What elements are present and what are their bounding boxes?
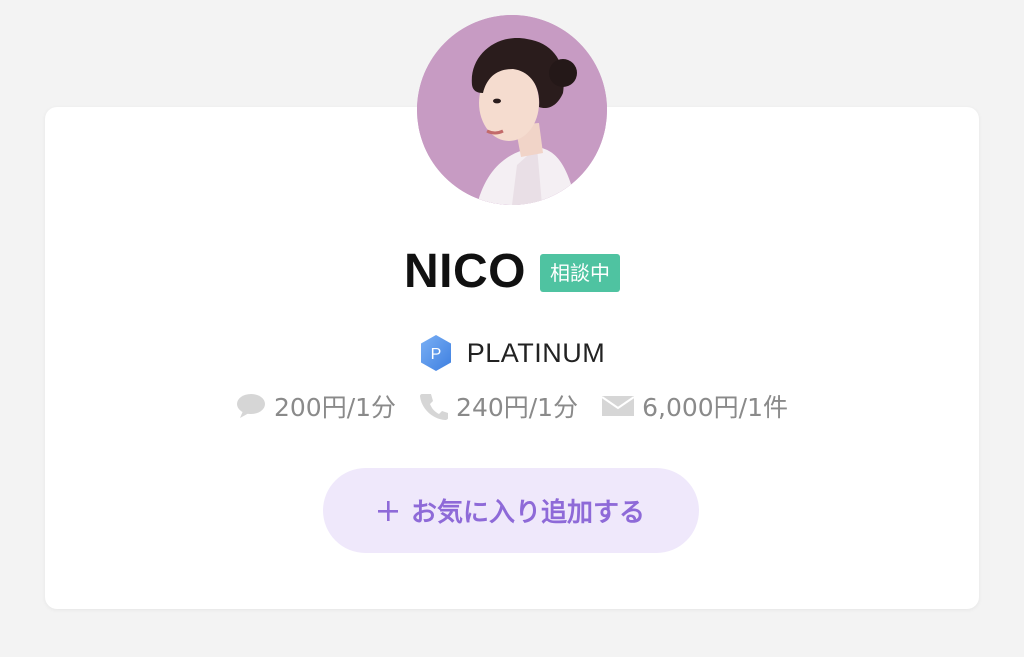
rank-row: P PLATINUM (0, 334, 1024, 372)
avatar (417, 15, 607, 205)
mail-price: 6,000円/1件 (602, 388, 788, 424)
svg-text:P: P (430, 346, 441, 363)
chat-price: 200円/1分 (236, 388, 396, 424)
phone-price: 240円/1分 (420, 388, 578, 424)
profile-page: NICO 相談中 P PLATINUM 200円/1分 240円/1分 6,00… (0, 0, 1024, 657)
phone-icon (420, 394, 449, 420)
name-row: NICO 相談中 (0, 244, 1024, 300)
rank-label: PLATINUM (466, 337, 606, 368)
chat-price-text: 200円/1分 (274, 393, 397, 422)
platinum-rank-icon: P (420, 335, 451, 371)
counselor-name: NICO (404, 245, 526, 298)
chat-bubble-icon (237, 394, 265, 418)
price-list: 200円/1分 240円/1分 6,000円/1件 (0, 388, 1024, 424)
add-favorite-button[interactable]: お気に入り追加する (323, 468, 699, 553)
status-badge: 相談中 (540, 254, 620, 292)
mail-icon (602, 396, 635, 416)
add-favorite-label: お気に入り追加する (410, 498, 645, 528)
plus-icon (377, 500, 398, 521)
portrait-photo (417, 15, 607, 205)
phone-price-text: 240円/1分 (456, 393, 579, 422)
mail-price-text: 6,000円/1件 (642, 393, 788, 422)
